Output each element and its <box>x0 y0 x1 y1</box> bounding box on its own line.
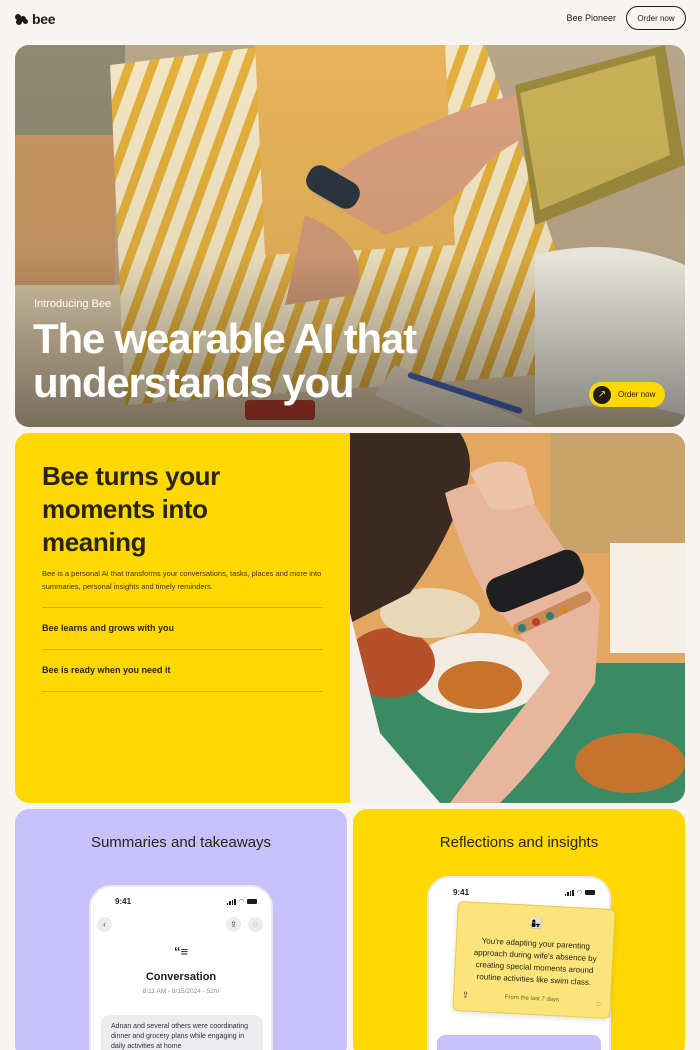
feature-heading: Bee turns your moments into meaning <box>42 461 220 557</box>
parent-child-icon: 👩‍👧 <box>529 918 543 931</box>
feature-text-panel: Bee turns your moments into meaning Bee … <box>15 433 350 803</box>
reflections-card-title: Reflections and insights <box>439 834 599 851</box>
conversation-summary: Adnan and several others were coordinati… <box>101 1015 263 1050</box>
brand-logo[interactable]: bee <box>15 11 56 27</box>
phone-time: 9:41 <box>115 897 132 906</box>
hero-order-label: Order now <box>618 390 656 399</box>
nav-link-bee-pioneer[interactable]: Bee Pioneer <box>566 13 616 23</box>
hero-eyebrow: Introducing Bee <box>34 298 112 310</box>
chat-icon[interactable]: ◌ <box>248 917 263 932</box>
brand-name: bee <box>32 11 56 27</box>
feature-item-ready[interactable]: Bee is ready when you need it <box>42 665 171 675</box>
hero-banner: Introducing Bee The wearable AI that und… <box>15 45 685 427</box>
feature-item-learns[interactable]: Bee learns and grows with you <box>42 623 174 633</box>
chat-icon[interactable]: ◌ <box>596 999 601 1008</box>
insight-footer: From the last 7 days <box>504 994 560 1004</box>
divider <box>42 691 323 692</box>
phone-time: 9:41 <box>453 888 470 897</box>
back-icon[interactable]: ‹ <box>97 917 112 932</box>
status-icons: ◠ <box>564 889 595 896</box>
hero-title: The wearable AI that understands you <box>33 315 417 406</box>
feature-photo <box>350 433 685 803</box>
summaries-card: Summaries and takeaways 9:41 ◠ ‹ ⇪ ◌ “≡ … <box>15 809 347 1050</box>
feature-section: Bee turns your moments into meaning Bee … <box>15 433 685 803</box>
bee-logo-icon <box>15 14 29 25</box>
wifi-icon: ◠ <box>576 890 582 896</box>
conversation-title: Conversation <box>145 971 217 983</box>
divider <box>42 607 323 608</box>
insight-note: 👩‍👧 You're adapting your parenting appro… <box>452 900 616 1020</box>
wifi-icon: ◠ <box>238 899 244 905</box>
battery-icon <box>585 890 595 895</box>
quote-icon: “≡ <box>173 944 189 959</box>
signal-icon <box>226 898 236 905</box>
nav-order-button[interactable]: Order now <box>626 6 686 30</box>
insight-text: You're adapting your parenting approach … <box>473 936 597 988</box>
conversation-meta: 8:11 AM - 8/15/2024 - 52m <box>142 988 220 995</box>
phone-mockup: 9:41 ◠ ‹ ⇪ ◌ “≡ Conversation 8:11 AM - 8… <box>89 885 273 1050</box>
share-icon[interactable]: ⇪ <box>226 917 241 932</box>
top-nav: bee Bee Pioneer Order now <box>0 0 700 37</box>
divider <box>42 649 323 650</box>
status-icons: ◠ <box>226 898 257 905</box>
insight-bar <box>437 1035 601 1050</box>
feature-description: Bee is a personal AI that transforms you… <box>42 569 322 591</box>
battery-icon <box>247 899 257 904</box>
arrow-up-right-icon: ↗ <box>593 385 611 404</box>
summaries-card-title: Summaries and takeaways <box>90 834 272 851</box>
signal-icon <box>564 889 574 896</box>
hero-order-button[interactable]: ↗ Order now <box>589 382 665 407</box>
